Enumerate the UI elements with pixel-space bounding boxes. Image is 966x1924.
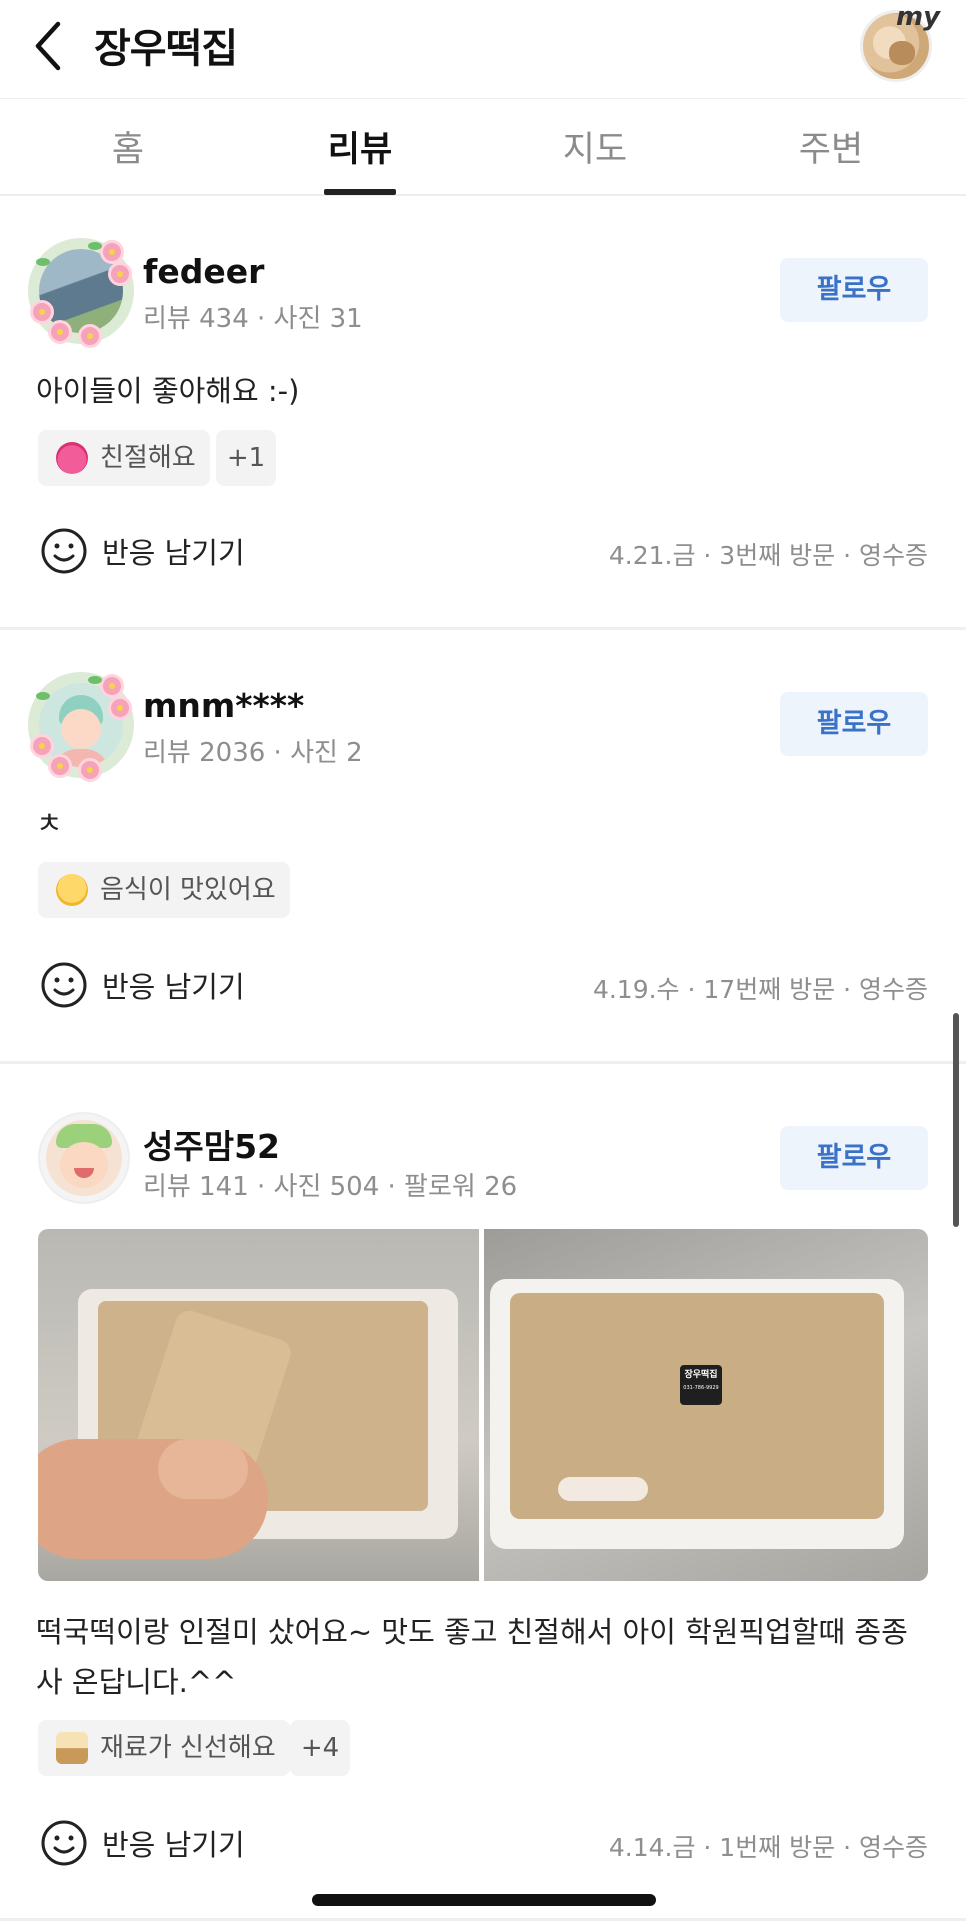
smiley-icon — [41, 1820, 87, 1866]
divider — [0, 1918, 966, 1921]
ingredients-icon — [56, 1732, 88, 1764]
reviewer-name[interactable]: 성주맘52 — [143, 1120, 280, 1168]
review-photos[interactable]: 장우떡집 031-786-9929 — [38, 1229, 928, 1581]
leave-reaction-button[interactable]: 반응 남기기 — [40, 1818, 245, 1868]
shop-label-sticker: 장우떡집 031-786-9929 — [680, 1365, 722, 1405]
review-photo-2[interactable]: 장우떡집 031-786-9929 — [484, 1229, 928, 1581]
keyword-tag: 재료가 신선해요 — [38, 1720, 290, 1776]
keyword-tag-label: 재료가 신선해요 — [100, 1733, 276, 1763]
scrollbar[interactable] — [953, 1013, 959, 1227]
home-indicator[interactable] — [312, 1894, 656, 1906]
reviewer-stats: 리뷰 141 · 사진 504 · 팔로워 26 — [143, 1172, 518, 1202]
reviewer-avatar[interactable] — [38, 1112, 130, 1204]
review-item: 성주맘52 리뷰 141 · 사진 504 · 팔로워 26 팔로우 장우떡집 … — [0, 0, 966, 1920]
visit-info: 4.14.금 · 1번째 방문 · 영수증 — [608, 1833, 928, 1862]
leave-reaction-label: 반응 남기기 — [102, 1828, 245, 1862]
more-tags-button[interactable]: +4 — [290, 1720, 350, 1776]
review-photo-1[interactable] — [38, 1229, 479, 1581]
review-text[interactable]: 떡국떡이랑 인절미 샀어요~ 맛도 좋고 친절해서 아이 학원픽업할때 종종 사… — [36, 1607, 936, 1707]
follow-button[interactable]: 팔로우 — [780, 1126, 928, 1190]
